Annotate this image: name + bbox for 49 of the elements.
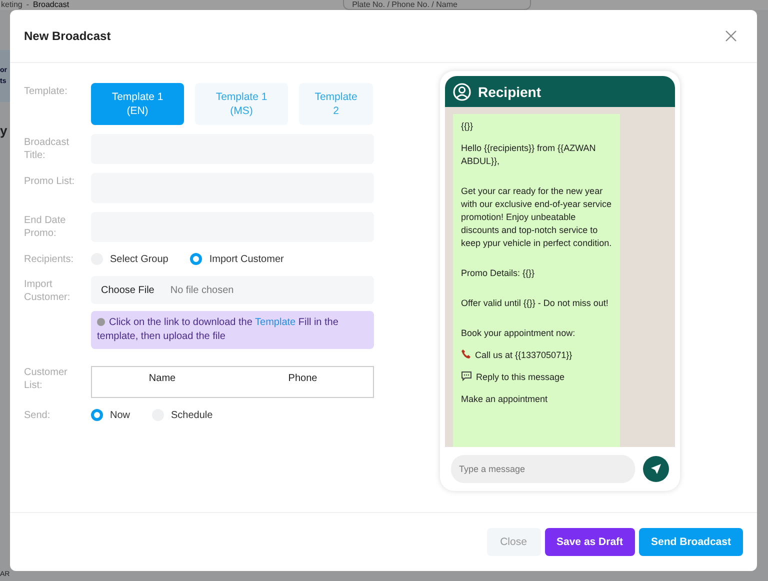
radio-label: Import Customer [209, 254, 284, 264]
file-field[interactable]: Choose File No file chosen [91, 276, 374, 304]
close-button[interactable]: Close [486, 528, 540, 556]
send-button[interactable]: Send Broadcast [639, 528, 743, 556]
info-note: Click on the link to download the Template Fill in the template, then upload the file [91, 311, 374, 349]
field-label: End Date Promo: [24, 214, 67, 240]
field-label: Send: [24, 409, 52, 422]
phone-icon [461, 349, 471, 360]
breadcrumb-item[interactable]: Broadcast [33, 0, 70, 9]
page-heading: y [0, 124, 8, 138]
field-label: Promo List: [24, 175, 76, 188]
message-text: Hello {{recipients}} from {{AZWAN ABDUL}}, [461, 142, 597, 168]
template-tab[interactable]: Template 1 (MS) [195, 83, 288, 125]
radio-label: Schedule [171, 410, 213, 420]
save-draft-button[interactable]: Save as Draft [544, 528, 636, 556]
breadcrumb-item[interactable]: keting [1, 0, 22, 9]
field-label: Customer List: [24, 366, 68, 392]
message-field[interactable]: Type a message [451, 455, 635, 483]
close-icon[interactable] [725, 30, 737, 42]
message-text: Get your car ready for the new year with our exclusive end-of-year service promotion! Enjoy unbeatable discounts and top-notch service to keep ypur vehicle in perfect condition. [461, 185, 612, 250]
field-label: Recipients: [24, 253, 74, 266]
field-label: Broadcast Title: [24, 136, 70, 162]
message-text: Offer valid until {{}} - Do not miss out! [461, 297, 608, 310]
choose-file-button[interactable]: Choose File [101, 284, 154, 296]
column-header: Name [148, 372, 177, 386]
user-icon [453, 82, 471, 101]
radio-label: Select Group [110, 254, 168, 264]
chat-icon [461, 371, 472, 382]
message-text: Make an appointment [461, 393, 548, 406]
message-text: Call us at {{133705071}} [475, 349, 572, 362]
file-status: No file chosen [170, 284, 234, 296]
radio-label: Now [110, 410, 130, 420]
send-icon[interactable] [643, 456, 669, 482]
message-text: Reply to this message [476, 371, 565, 384]
message-text: Promo Details: {{}} [461, 267, 535, 280]
breadcrumb-separator: - [26, 0, 30, 9]
chat-title: Recipient [478, 84, 542, 100]
info-icon [97, 318, 105, 326]
template-tab[interactable]: Template 2 [299, 83, 373, 125]
dialog-title: New Broadcast [24, 29, 111, 43]
radio-button[interactable] [190, 253, 202, 265]
message-text: Book your appointment now: [461, 327, 576, 340]
column-header: Phone [287, 372, 318, 386]
template-link[interactable]: Template [255, 317, 296, 328]
message-text: {{}} [461, 120, 474, 134]
field-label: Import Customer: [24, 278, 72, 304]
radio-button[interactable] [91, 409, 103, 421]
template-tab[interactable]: Template 1 (EN) [91, 83, 184, 125]
field-label: Template: [24, 85, 68, 98]
